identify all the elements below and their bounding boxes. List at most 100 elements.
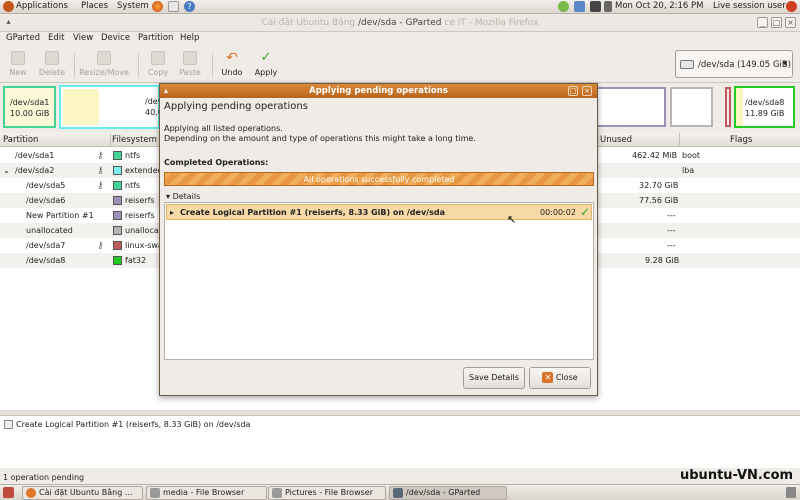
maximize-button[interactable]: □ (771, 17, 782, 28)
minimize-button[interactable]: _ (757, 17, 768, 28)
folder-icon (272, 488, 282, 498)
operation-icon (4, 420, 13, 429)
menu-partition[interactable]: Partition (138, 33, 173, 43)
graph-partition-extended[interactable]: /dev/ 40.0 (59, 85, 165, 129)
dialog-description: Applying all listed operations. (164, 124, 283, 133)
undo-icon: ↶ (226, 50, 238, 66)
device-selector[interactable]: /dev/sda (149.05 GiB) ▾ (675, 50, 793, 78)
dropdown-arrow-icon: ▾ (783, 59, 788, 69)
dialog-heading: Applying pending operations (164, 101, 308, 112)
top-panel: Applications Places System ? Mon Oct 20,… (0, 0, 800, 14)
graph-partition-sda6[interactable] (596, 87, 666, 127)
applications-menu[interactable]: Applications (16, 1, 68, 11)
col-partition[interactable]: Partition (3, 135, 38, 145)
background-title-right: ce IT - Mozilla Firefox (444, 18, 539, 28)
fs-color-swatch (113, 256, 122, 265)
update-icon[interactable] (558, 1, 569, 12)
save-details-button[interactable]: Save Details (463, 367, 525, 389)
monitor-icon[interactable] (590, 1, 601, 12)
watermark: ubuntu-VN.com (680, 468, 794, 483)
volume-icon[interactable] (604, 1, 612, 12)
resize-move-button[interactable]: Resize/Move (78, 49, 130, 77)
success-check-icon: ✓ (580, 205, 591, 219)
places-menu[interactable]: Places (81, 1, 108, 11)
graph-partition-sda8[interactable]: /dev/sda8 11.89 GiB (734, 86, 795, 128)
dialog-maximize-button[interactable]: □ (568, 86, 578, 96)
mail-icon[interactable] (168, 1, 179, 12)
gparted-title: /dev/sda - GParted (358, 18, 442, 28)
fs-color-swatch (113, 181, 122, 190)
details-expander[interactable]: ▾ Details (166, 192, 200, 201)
folder-icon (150, 488, 160, 498)
menu-gparted[interactable]: GParted (6, 33, 40, 43)
copy-button[interactable]: Copy (144, 49, 172, 77)
close-x-icon: ✕ (542, 372, 554, 383)
task-pictures-browser[interactable]: Pictures - File Browser (268, 486, 386, 500)
graph-partition-sda7[interactable] (725, 87, 731, 127)
completed-operations-label: Completed Operations: (164, 158, 269, 167)
details-label: Details (172, 192, 201, 201)
col-flags[interactable]: Flags (730, 135, 752, 145)
gparted-icon (393, 488, 403, 498)
col-unused[interactable]: Unused (600, 135, 632, 145)
apply-button[interactable]: ✓ Apply (252, 49, 280, 78)
operation-expander-icon[interactable]: ▸ (170, 208, 174, 217)
mounted-key-icon: ⚷ (97, 181, 104, 191)
task-media-browser[interactable]: media - File Browser (146, 486, 267, 500)
firefox-icon (26, 488, 36, 498)
dialog-close-button[interactable]: × (582, 86, 592, 96)
dialog-title: Applying pending operations (309, 86, 448, 96)
fs-color-swatch (113, 226, 122, 235)
graph-partition-sda5[interactable] (63, 89, 99, 125)
menubar: GParted Edit View Device Partition Help (0, 32, 800, 46)
show-desktop-icon[interactable] (3, 487, 14, 498)
graph-partition-unallocated[interactable] (670, 87, 713, 127)
expander-icon[interactable]: ⌄ (3, 166, 10, 175)
mounted-key-icon: ⚷ (97, 151, 104, 161)
graph-partition-sda1[interactable]: /dev/sda1 10.00 GiB (3, 86, 56, 128)
close-button[interactable]: × (785, 17, 796, 28)
help-icon[interactable]: ? (184, 1, 195, 12)
delete-button[interactable]: Delete (36, 49, 68, 77)
header-divider (679, 133, 680, 147)
new-button[interactable]: New (6, 49, 30, 77)
close-dialog-button[interactable]: ✕ Close (529, 367, 591, 389)
fs-color-swatch (113, 211, 122, 220)
progress-bar: All operations successfully completed (164, 172, 594, 186)
session-user[interactable]: Live session user (713, 1, 786, 11)
menu-device[interactable]: Device (101, 33, 130, 43)
menu-view[interactable]: View (73, 33, 93, 43)
pending-operation-item[interactable]: Create Logical Partition #1 (reiserfs, 8… (16, 420, 250, 429)
col-filesystem[interactable]: Filesystem (112, 135, 157, 145)
clock[interactable]: Mon Oct 20, 2:16 PM (615, 1, 704, 11)
firefox-icon[interactable] (152, 1, 163, 12)
background-title-left: Cài đặt Ubuntu Bằng (261, 18, 356, 28)
menu-edit[interactable]: Edit (48, 33, 64, 43)
paste-button[interactable]: Paste (176, 49, 204, 77)
operation-time: 00:00:02 (540, 208, 576, 217)
paste-icon (183, 51, 197, 65)
fs-color-swatch (113, 241, 122, 250)
harddisk-icon (680, 60, 694, 69)
status-text: 1 operation pending (3, 473, 85, 482)
fs-color-swatch (113, 166, 122, 175)
task-firefox[interactable]: Cài đặt Ubuntu Bằng ... (22, 486, 143, 500)
menu-help[interactable]: Help (180, 33, 199, 43)
undo-button[interactable]: ↶ Undo (218, 49, 246, 77)
trash-icon[interactable] (786, 487, 796, 498)
system-menu[interactable]: System (117, 1, 149, 11)
apply-operations-dialog: ▴ Applying pending operations □ × Applyi… (159, 83, 598, 396)
dialog-description: Depending on the amount and type of oper… (164, 134, 476, 143)
shutdown-icon[interactable] (786, 1, 797, 12)
network-icon[interactable] (574, 1, 585, 12)
mouse-cursor-icon: ↖ (507, 213, 517, 226)
operation-row[interactable]: ▸ Create Logical Partition #1 (reiserfs,… (166, 204, 592, 220)
new-icon (11, 51, 25, 65)
sda8-used-fill (736, 88, 743, 126)
apply-check-icon: ✓ (260, 50, 272, 65)
toolbar-separator (74, 53, 75, 77)
task-gparted[interactable]: /dev/sda - GParted (389, 486, 507, 500)
mounted-key-icon: ⚷ (97, 166, 104, 176)
ubuntu-logo-icon[interactable] (3, 1, 14, 12)
window-title: Cài đặt Ubuntu Bằng /dev/sda - GParted c… (0, 18, 800, 28)
